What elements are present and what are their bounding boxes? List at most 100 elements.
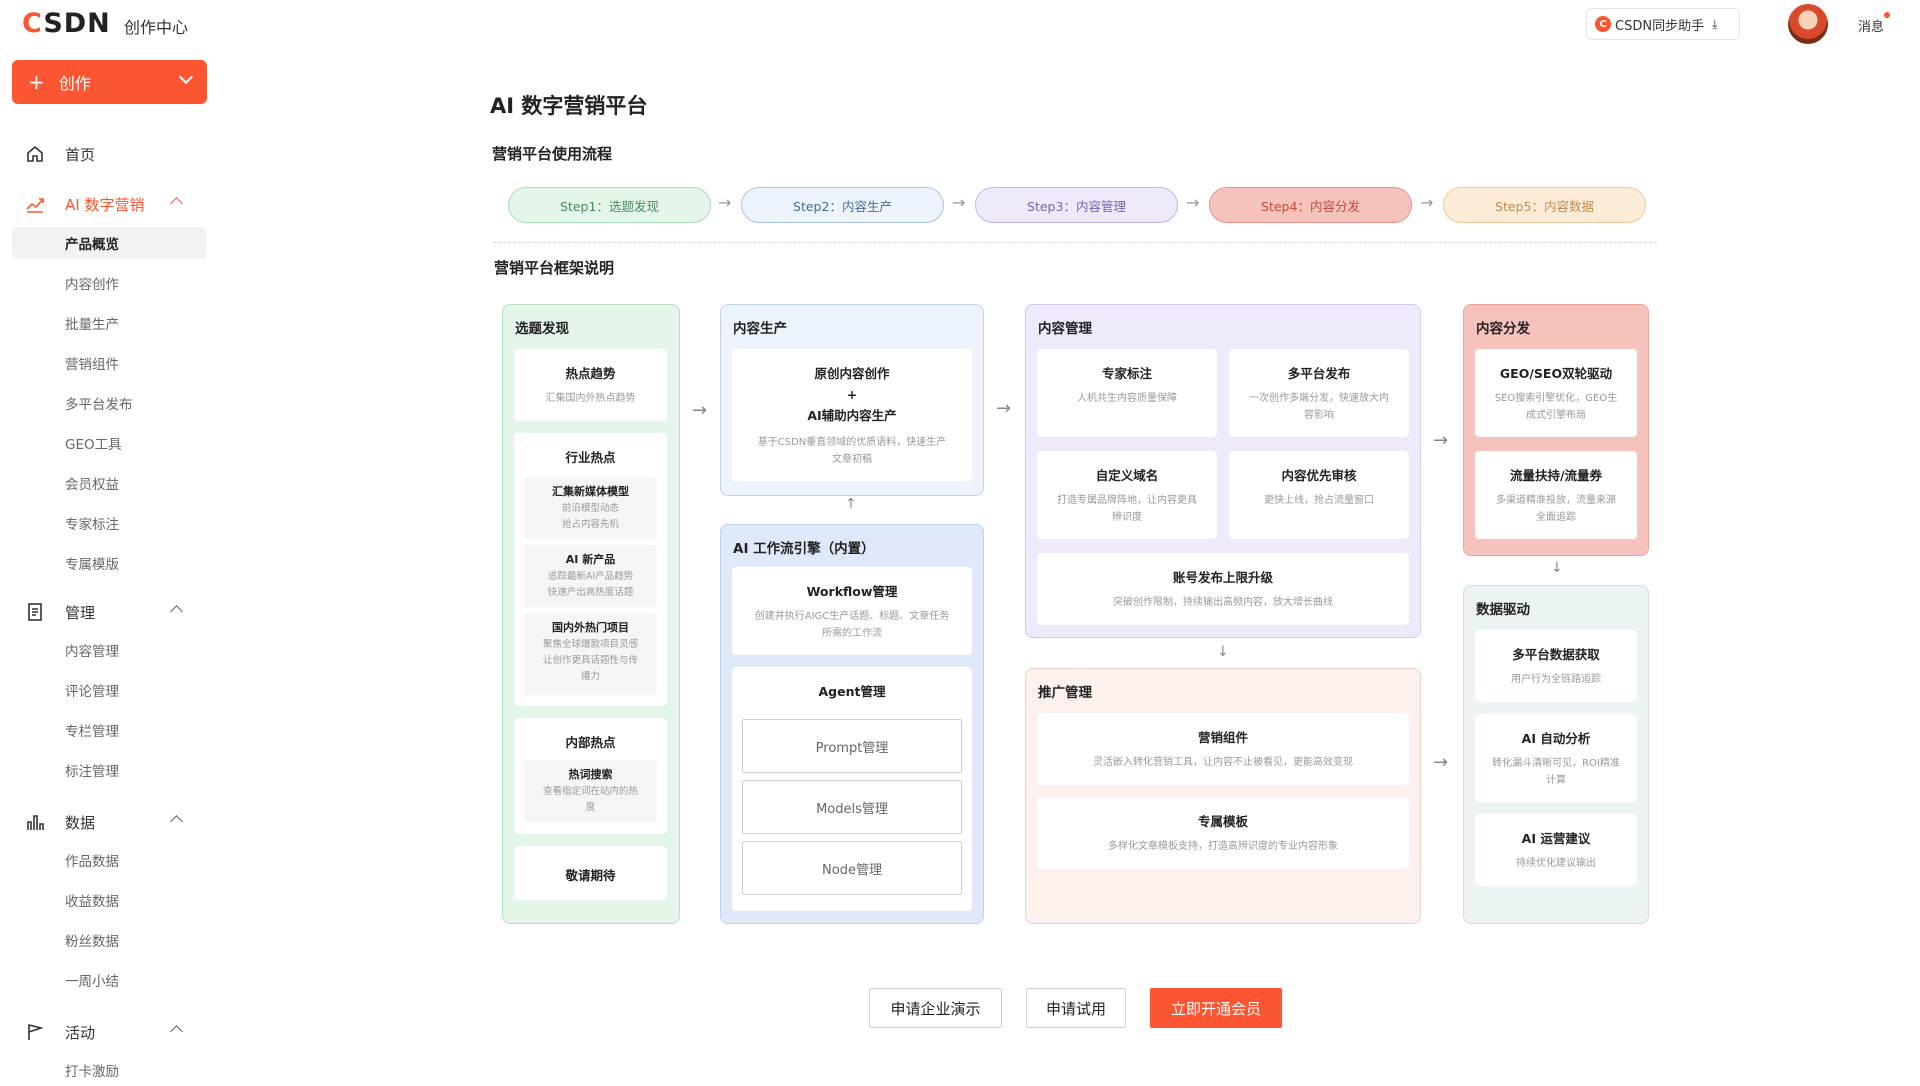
nav-manage-label: 管理: [65, 603, 96, 622]
subcard-desc: 查看指定词在站内的热度: [542, 786, 638, 813]
card-title: 热点趋势: [565, 366, 616, 381]
step-4: Step4：内容分发: [1209, 187, 1412, 223]
arrow-right-icon: →: [718, 193, 732, 212]
subcard-desc: 聚焦全球爆款项目灵感 让创作更具话题性与传 播力: [542, 639, 638, 682]
sidebar-item-weekly-summary[interactable]: 一周小结: [12, 964, 207, 996]
nav-home[interactable]: 首页: [0, 136, 220, 172]
flow-section-title: 营销平台使用流程: [492, 145, 613, 163]
nav-data[interactable]: 数据: [0, 804, 220, 840]
card-title: Workflow管理: [806, 584, 898, 599]
sidebar-item-geo-tools[interactable]: GEO工具: [12, 427, 207, 459]
panel-content-management: 内容管理 专家标注 人机共生内容质量保障 多平台发布 一次创作多端分发，快速放大…: [1025, 304, 1421, 638]
sidebar-item-product-overview[interactable]: 产品概览: [12, 227, 207, 259]
panel-title: AI 工作流引擎（内置）: [733, 541, 875, 557]
card-desc: 多渠道精准投放，流量来源 全面追踪: [1496, 495, 1616, 523]
site-title[interactable]: 创作中心: [124, 14, 188, 38]
card-hot-trends[interactable]: 热点趋势 汇集国内外热点趋势: [514, 349, 667, 421]
card-multi-platform-publish[interactable]: 多平台发布 一次创作多端分发，快速放大内 容影响: [1229, 349, 1409, 437]
card-desc: 灵活嵌入转化营销工具，让内容不止被看见，更能高效变现: [1093, 757, 1353, 768]
card-desc: 创建并执行AIGC生产话题、标题、文章任务 所需的工作流: [754, 611, 950, 639]
sidebar-item-works-data[interactable]: 作品数据: [12, 844, 207, 876]
subcard-ai-product: AI 新产品 追踪最新AI产品趋势 快速产出高热度话题: [524, 545, 657, 607]
card-title: 账号发布上限升级: [1172, 570, 1273, 585]
sidebar-item-batch-production[interactable]: 批量生产: [12, 307, 207, 339]
card-workflow-manage[interactable]: Workflow管理 创建并执行AIGC生产话题、标题、文章任务 所需的工作流: [732, 567, 972, 655]
card-title: 内部热点: [565, 735, 616, 750]
chevron-down-icon: [178, 69, 194, 85]
card-title: GEO/SEO双轮驱动: [1499, 366, 1613, 381]
nav-activity-label: 活动: [65, 1023, 96, 1042]
card-title: AI 自动分析: [1521, 731, 1591, 746]
framework-section-title: 营销平台框架说明: [494, 259, 615, 277]
card-marketing-component[interactable]: 营销组件 灵活嵌入转化营销工具，让内容不止被看见，更能高效变现: [1037, 713, 1409, 785]
sidebar-item-marketing-components[interactable]: 营销组件: [12, 347, 207, 379]
avatar[interactable]: [1788, 4, 1828, 44]
card-traffic-support[interactable]: 流量扶持/流量券 多渠道精准投放，流量来源 全面追踪: [1475, 451, 1637, 539]
sidebar-item-revenue-data[interactable]: 收益数据: [12, 884, 207, 916]
card-expert-annotation[interactable]: 专家标注 人机共生内容质量保障: [1037, 349, 1217, 437]
sidebar-item-annotation-manage[interactable]: 标注管理: [12, 754, 207, 786]
card-desc: 人机共生内容质量保障: [1077, 393, 1177, 404]
card-custom-domain[interactable]: 自定义域名 打造专属品牌阵地，让内容更具 辨识度: [1037, 451, 1217, 539]
sidebar-item-checkin[interactable]: 打卡激励: [12, 1054, 207, 1086]
card-coming-soon: 敬请期待: [514, 846, 667, 900]
panel-title: 选题发现: [515, 321, 569, 337]
home-icon: [27, 145, 43, 162]
panel-data-driven: 数据驱动 多平台数据获取 用户行为全链路追踪 AI 自动分析 转化漏斗清晰可见，…: [1463, 585, 1649, 924]
card-industry-hot[interactable]: 行业热点 汇集新媒体模型 前沿模型动态 抢占内容先机 AI 新产品 追踪最新AI产…: [514, 433, 667, 706]
card-title: 营销组件: [1197, 730, 1248, 745]
request-trial-button[interactable]: 申请试用: [1026, 988, 1126, 1028]
sidebar-item-exclusive-templates[interactable]: 专属模版: [12, 547, 207, 579]
csdn-logo[interactable]: CSDN: [22, 8, 111, 39]
sync-label: CSDN同步助手: [1615, 18, 1705, 34]
sidebar-item-comment-manage[interactable]: 评论管理: [12, 674, 207, 706]
sidebar-item-fans-data[interactable]: 粉丝数据: [12, 924, 207, 956]
card-geo-seo[interactable]: GEO/SEO双轮驱动 SEO搜索引擎优化，GEO生 成式引擎布局: [1475, 349, 1637, 437]
panel-topic-discovery: 选题发现 热点趋势 汇集国内外热点趋势 行业热点 汇集新媒体模型 前沿模型动态抢…: [502, 304, 680, 924]
step-5: Step5：内容数据: [1443, 187, 1646, 223]
nav-activity[interactable]: 活动: [0, 1014, 220, 1050]
panel-ai-workflow-engine: AI 工作流引擎（内置） Workflow管理 创建并执行AIGC生产话题、标题…: [720, 524, 984, 924]
card-priority-review[interactable]: 内容优先审核 更快上线，抢占流量窗口: [1229, 451, 1409, 539]
sidebar-item-content-manage[interactable]: 内容管理: [12, 634, 207, 666]
card-title: 多平台发布: [1287, 366, 1351, 381]
card-title: 原创内容创作 + AI辅助内容生产: [807, 366, 897, 423]
request-demo-button[interactable]: 申请企业演示: [869, 988, 1002, 1028]
sidebar-item-column-manage[interactable]: 专栏管理: [12, 714, 207, 746]
card-exclusive-template[interactable]: 专属模板 多样化文章模板支持，打造高辨识度的专业内容形象: [1037, 797, 1409, 869]
card-desc: 突破创作限制，持续输出高频内容，放大增长曲线: [1113, 597, 1333, 608]
step-1: Step1：选题发现: [508, 187, 711, 223]
csdn-icon: C: [1595, 16, 1611, 32]
sync-assistant-button[interactable]: C CSDN同步助手 ⤓: [1586, 8, 1740, 40]
nav-manage[interactable]: 管理: [0, 594, 220, 630]
card-title: 行业热点: [565, 450, 616, 465]
prompt-manage-button[interactable]: Prompt管理: [742, 719, 962, 773]
card-ai-analysis[interactable]: AI 自动分析 转化漏斗清晰可见，ROI精准 计算: [1475, 714, 1637, 802]
messages-link[interactable]: 消息: [1858, 12, 1891, 35]
open-vip-button[interactable]: 立即开通会员: [1150, 988, 1282, 1028]
card-title: 敬请期待: [565, 868, 616, 883]
arrow-right-icon: →: [1420, 193, 1434, 212]
plus-icon: +: [28, 70, 45, 94]
panel-title: 数据驱动: [1476, 602, 1530, 618]
chevron-up-icon: [170, 815, 183, 828]
card-multi-platform-data[interactable]: 多平台数据获取 用户行为全链路追踪: [1475, 630, 1637, 702]
card-internal-hot[interactable]: 内部热点 热词搜索 查看指定词在站内的热度: [514, 718, 667, 834]
models-manage-button[interactable]: Models管理: [742, 780, 962, 834]
card-desc: SEO搜索引擎优化，GEO生 成式引擎布局: [1494, 393, 1618, 421]
trend-chart-icon: [26, 198, 44, 213]
card-original-creation[interactable]: 原创内容创作 + AI辅助内容生产 基于CSDN垂直领域的优质语料，快速生产 文章初稿: [732, 349, 972, 481]
node-manage-button[interactable]: Node管理: [742, 841, 962, 895]
sidebar-item-content-creation[interactable]: 内容创作: [12, 267, 207, 299]
card-publish-limit-upgrade[interactable]: 账号发布上限升级 突破创作限制，持续输出高频内容，放大增长曲线: [1037, 553, 1409, 625]
create-button[interactable]: + 创作: [12, 60, 207, 104]
card-agent-manage[interactable]: Agent管理 Prompt管理 Models管理 Node管理: [732, 667, 972, 911]
nav-ai-marketing[interactable]: AI 数字营销: [0, 186, 220, 222]
card-desc: 汇集国内外热点趋势: [545, 393, 636, 404]
sidebar-item-expert-annotation[interactable]: 专家标注: [12, 507, 207, 539]
card-title: 专属模板: [1197, 814, 1248, 829]
card-desc: 多样化文章模板支持，打造高辨识度的专业内容形象: [1108, 841, 1338, 852]
sidebar-item-member-benefits[interactable]: 会员权益: [12, 467, 207, 499]
sidebar-item-multi-platform[interactable]: 多平台发布: [12, 387, 207, 419]
card-ai-ops-suggest[interactable]: AI 运营建议 持续优化建议输出: [1475, 814, 1637, 886]
